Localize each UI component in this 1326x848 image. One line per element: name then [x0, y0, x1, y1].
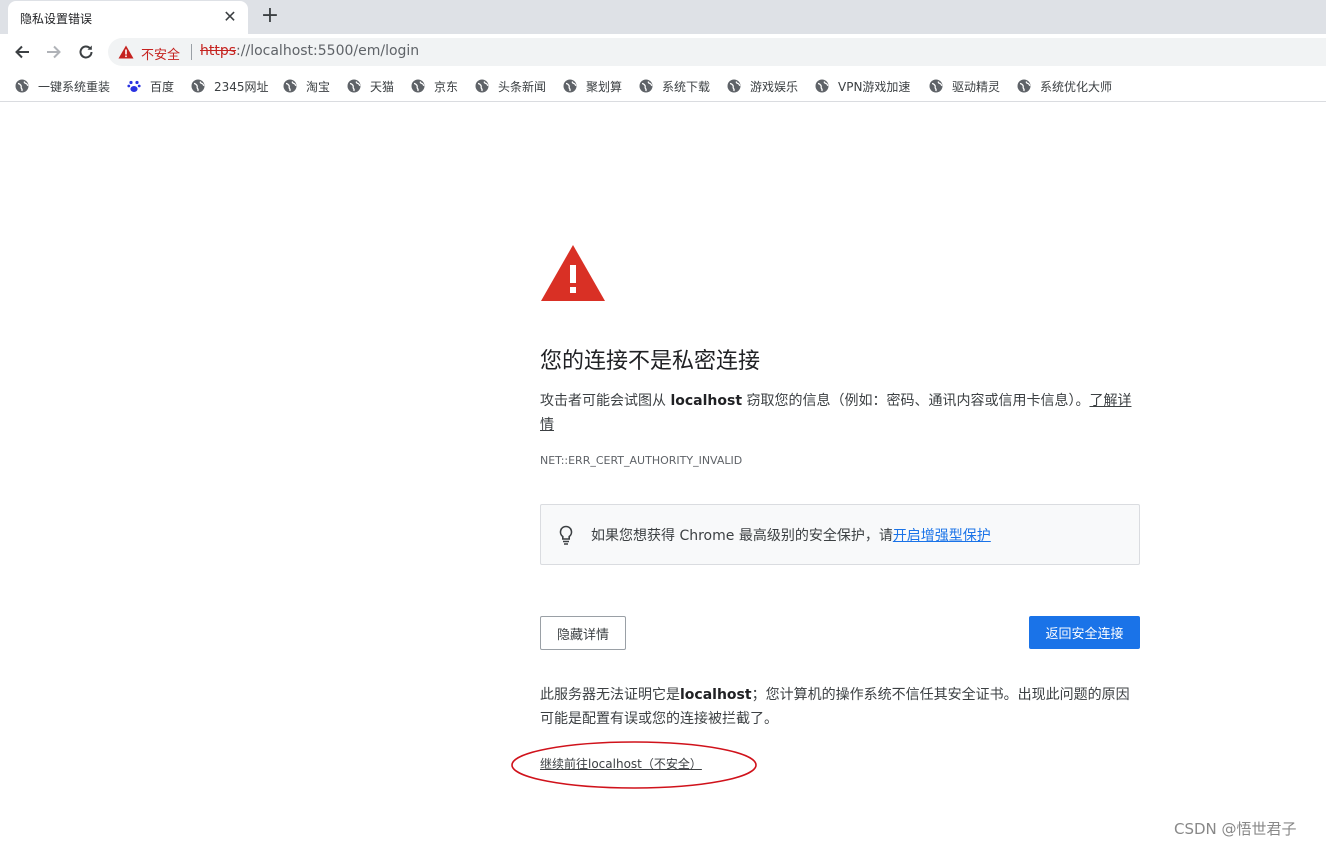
desc-host: localhost	[670, 393, 743, 409]
globe-icon	[475, 79, 489, 93]
bookmark-label: 头条新闻	[498, 79, 547, 94]
enhanced-protection-banner: 如果您想获得 Chrome 最高级别的安全保护，请开启增强型保护	[540, 504, 1140, 565]
bookmark-item[interactable]: 淘宝	[283, 77, 330, 95]
tab-strip: 隐私设置错误 ✕ +	[0, 0, 1326, 34]
desc-prefix: 攻击者可能会试图从	[540, 393, 671, 409]
bookmark-item[interactable]: 天猫	[347, 77, 394, 95]
watermark: CSDN @悟世君子	[1174, 820, 1297, 838]
bookmark-label: 京东	[434, 79, 459, 94]
bookmark-item[interactable]: 2345网址	[191, 77, 269, 95]
tab-close-icon[interactable]: ✕	[220, 7, 240, 27]
bookmark-item[interactable]: 京东	[411, 77, 458, 95]
bookmark-label: 聚划算	[586, 79, 623, 94]
lightbulb-icon	[559, 525, 573, 545]
enhanced-text: 如果您想获得 Chrome 最高级别的安全保护，请	[591, 528, 893, 544]
bookmark-label: VPN游戏加速	[838, 79, 911, 94]
bookmark-item[interactable]: 游戏娱乐	[727, 77, 798, 95]
globe-icon	[191, 79, 205, 93]
back-to-safety-button[interactable]: 返回安全连接	[1029, 616, 1140, 649]
hide-details-button[interactable]: 隐藏详情	[540, 616, 626, 650]
url-text[interactable]: https://localhost:5500/em/login	[200, 43, 419, 59]
new-tab-button[interactable]: +	[258, 5, 282, 29]
address-bar[interactable]: 不安全 https://localhost:5500/em/login	[108, 38, 1326, 66]
bookmark-item[interactable]: 一键系统重装	[15, 77, 110, 95]
error-code: NET::ERR_CERT_AUTHORITY_INVALID	[540, 454, 743, 467]
bookmark-item[interactable]: 驱动精灵	[929, 77, 1000, 95]
explanation-paragraph: 攻击者可能会试图从 localhost 窃取您的信息（例如：密码、通讯内容或信用…	[540, 389, 1140, 437]
bookmark-label: 系统优化大师	[1040, 79, 1113, 94]
forward-icon[interactable]	[42, 40, 66, 64]
bookmark-item[interactable]: 聚划算	[563, 77, 622, 95]
bookmark-label: 淘宝	[306, 79, 331, 94]
globe-icon	[283, 79, 297, 93]
desc-suffix: 窃取您的信息（例如：密码、通讯内容或信用卡信息）。	[742, 393, 1090, 409]
bookmark-item[interactable]: VPN游戏加速	[815, 77, 910, 95]
bookmark-item[interactable]: 头条新闻	[475, 77, 546, 95]
enable-enhanced-protection-link[interactable]: 开启增强型保护	[893, 528, 991, 544]
bookmark-label: 一键系统重装	[38, 79, 111, 94]
globe-icon	[727, 79, 741, 93]
bookmark-item[interactable]: 系统下载	[639, 77, 710, 95]
details-prefix: 此服务器无法证明它是	[540, 687, 680, 703]
bookmark-label: 系统下载	[662, 79, 711, 94]
details-host: localhost	[680, 687, 752, 703]
not-secure-warning-icon[interactable]	[118, 45, 134, 59]
url-rest: ://localhost:5500/em/login	[236, 43, 420, 59]
bookmarks-bar: 一键系统重装 百度 2345网址 淘宝 天猫 京东 头条新闻 聚划算 系统下载 游戏娱乐 VPN游戏…	[0, 70, 1326, 102]
url-scheme: https	[200, 43, 237, 59]
details-paragraph: 此服务器无法证明它是localhost；您计算机的操作系统不信任其安全证书。出现…	[540, 683, 1140, 731]
globe-icon	[411, 79, 425, 93]
page-title: 您的连接不是私密连接	[540, 349, 761, 374]
bookmark-label: 驱动精灵	[952, 79, 1001, 94]
globe-icon	[929, 79, 943, 93]
globe-icon	[347, 79, 361, 93]
toolbar: 不安全 https://localhost:5500/em/login	[0, 34, 1326, 70]
baidu-paw-icon	[127, 80, 141, 92]
globe-icon	[15, 79, 29, 93]
bookmark-label: 天猫	[370, 79, 395, 94]
globe-icon	[1017, 79, 1031, 93]
globe-icon	[563, 79, 577, 93]
bookmark-label: 2345网址	[214, 79, 269, 94]
globe-icon	[639, 79, 653, 93]
security-state-label[interactable]: 不安全	[141, 44, 180, 63]
bookmark-label: 百度	[150, 79, 175, 94]
back-icon[interactable]	[10, 40, 34, 64]
tab-title: 隐私设置错误	[20, 12, 93, 26]
globe-icon	[815, 79, 829, 93]
bookmark-label: 游戏娱乐	[750, 79, 799, 94]
address-divider	[191, 44, 192, 60]
bookmark-item[interactable]: 系统优化大师	[1017, 77, 1112, 95]
red-ellipse-annotation	[511, 741, 757, 789]
bookmark-item[interactable]: 百度	[127, 77, 174, 95]
danger-triangle-icon	[541, 245, 605, 301]
reload-icon[interactable]	[74, 40, 98, 64]
tab-active[interactable]: 隐私设置错误 ✕	[8, 1, 248, 34]
enhanced-protection-text: 如果您想获得 Chrome 最高级别的安全保护，请开启增强型保护	[591, 525, 991, 545]
